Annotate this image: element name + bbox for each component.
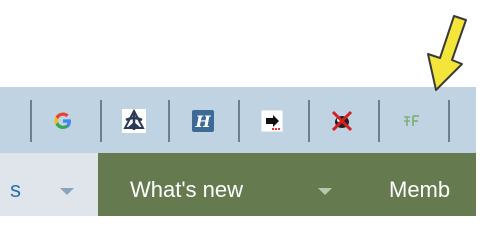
toolbar-divider [378, 100, 380, 142]
arrow-download-icon[interactable] [259, 108, 285, 134]
grid-f-icon[interactable] [399, 108, 425, 134]
toolbar-divider [168, 100, 170, 142]
screenshot-canvas: H s What's new Memb [0, 0, 494, 240]
annotation-arrow-icon [427, 15, 467, 91]
nav-left-label[interactable]: s [10, 178, 21, 202]
toolbar-divider [100, 100, 102, 142]
bottom-strip [0, 216, 476, 240]
h-square-icon[interactable]: H [190, 108, 216, 134]
ship-wheel-icon[interactable] [121, 108, 147, 134]
google-g-icon[interactable] [50, 108, 76, 134]
toolbar-divider [308, 100, 310, 142]
chevron-down-icon[interactable] [318, 188, 332, 195]
nav-whats-new[interactable]: What's new [130, 178, 243, 202]
svg-text:H: H [194, 112, 211, 131]
toolbar-divider [30, 100, 32, 142]
toolbar-divider [448, 100, 450, 142]
nav-members[interactable]: Memb [389, 178, 450, 202]
no-bug-icon[interactable] [329, 108, 355, 134]
chevron-down-icon[interactable] [60, 188, 74, 195]
right-gutter [476, 87, 494, 240]
toolbar-divider [238, 100, 240, 142]
